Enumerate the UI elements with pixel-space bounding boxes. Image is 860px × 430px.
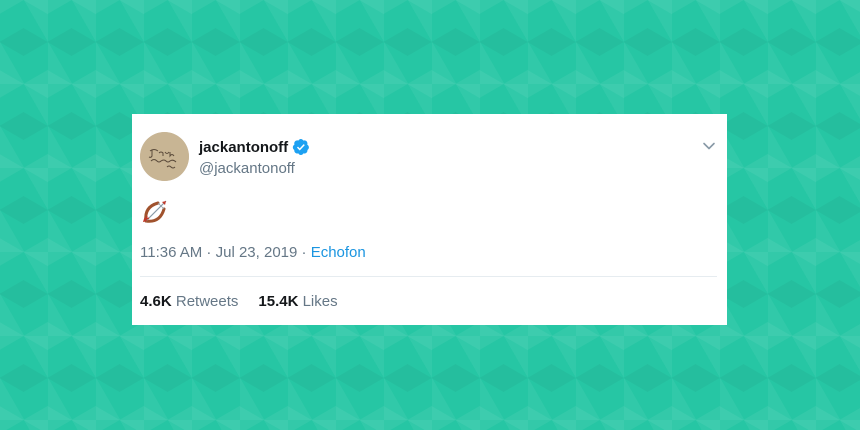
likes-stat[interactable]: 15.4K Likes: [258, 293, 337, 310]
tweet-time[interactable]: 11:36 AM: [140, 244, 202, 261]
likes-count: 15.4K: [258, 293, 299, 310]
tweet-date[interactable]: Jul 23, 2019: [216, 244, 298, 261]
avatar[interactable]: [140, 132, 189, 181]
meta-separator: ·: [202, 244, 216, 261]
divider: [140, 276, 717, 277]
author-display-name[interactable]: jackantonoff: [199, 139, 288, 156]
tweet-stats: 4.6K Retweets 15.4K Likes: [140, 293, 358, 310]
chevron-down-icon[interactable]: [701, 138, 717, 154]
verified-badge-icon: [292, 138, 310, 156]
retweets-count: 4.6K: [140, 293, 172, 310]
retweets-stat[interactable]: 4.6K Retweets: [140, 293, 238, 310]
author-handle[interactable]: @jackantonoff: [199, 160, 295, 177]
retweets-label: Retweets: [175, 293, 239, 310]
tweet-card: jackantonoff @jackantonoff 11:36 AM · Ju…: [132, 114, 727, 325]
bow-and-arrow-icon: [140, 197, 170, 227]
meta-separator: ·: [297, 244, 311, 261]
author-name-row[interactable]: jackantonoff: [199, 138, 310, 156]
tweet-source-link[interactable]: Echofon: [311, 244, 366, 261]
tweet-meta: 11:36 AM · Jul 23, 2019 · Echofon: [140, 244, 366, 261]
likes-label: Likes: [302, 293, 338, 310]
